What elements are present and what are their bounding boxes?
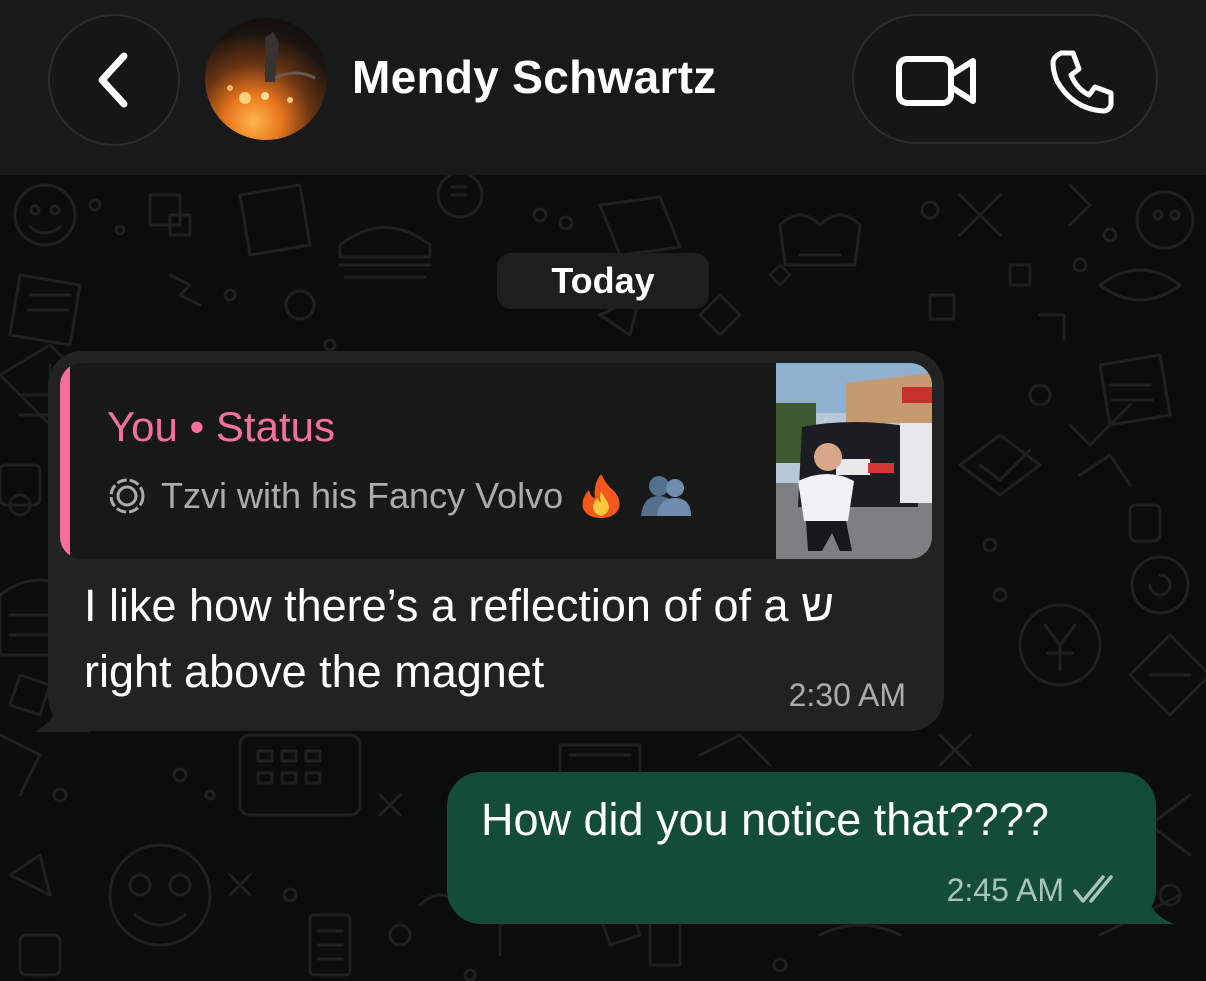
chat-screen: Mendy Schwartz Today You • Status Tzvi w… bbox=[0, 0, 1206, 981]
phone-icon bbox=[1050, 50, 1114, 114]
quote-caption: Tzvi with his Fancy Volvo bbox=[161, 475, 564, 516]
avatar-image bbox=[227, 32, 316, 104]
people-hugging-icon bbox=[639, 474, 693, 518]
status-ring-icon bbox=[109, 478, 145, 514]
message-text: I like how there’s a reflection of of a … bbox=[84, 580, 834, 697]
quote-caption-row: Tzvi with his Fancy Volvo bbox=[107, 471, 693, 521]
double-check-icon bbox=[1073, 875, 1113, 903]
chat-header: Mendy Schwartz bbox=[0, 0, 1206, 175]
date-separator: Today bbox=[497, 253, 709, 309]
contact-name[interactable]: Mendy Schwartz bbox=[352, 50, 717, 104]
voice-call-button[interactable] bbox=[1044, 44, 1120, 120]
contact-avatar[interactable] bbox=[205, 18, 327, 140]
status-thumbnail-image bbox=[776, 363, 932, 559]
message-text: How did you notice that???? bbox=[481, 794, 1049, 845]
back-button[interactable] bbox=[48, 14, 180, 146]
chevron-left-icon bbox=[98, 52, 128, 108]
incoming-message-bubble[interactable]: You • Status Tzvi with his Fancy Volvo I… bbox=[48, 351, 944, 731]
fire-emoji-icon bbox=[579, 472, 623, 520]
video-call-button[interactable] bbox=[894, 46, 980, 116]
video-camera-icon bbox=[896, 56, 976, 106]
status-reply-preview[interactable]: You • Status Tzvi with his Fancy Volvo bbox=[60, 363, 932, 559]
quote-title: You • Status bbox=[107, 403, 335, 450]
call-actions bbox=[852, 14, 1158, 144]
message-timestamp: 2:45 AM bbox=[946, 872, 1064, 908]
quote-accent-bar bbox=[60, 363, 70, 559]
outgoing-message-bubble[interactable]: How did you notice that???? 2:45 AM bbox=[447, 772, 1156, 924]
status-thumbnail[interactable] bbox=[776, 363, 932, 559]
message-timestamp: 2:30 AM bbox=[788, 677, 906, 713]
